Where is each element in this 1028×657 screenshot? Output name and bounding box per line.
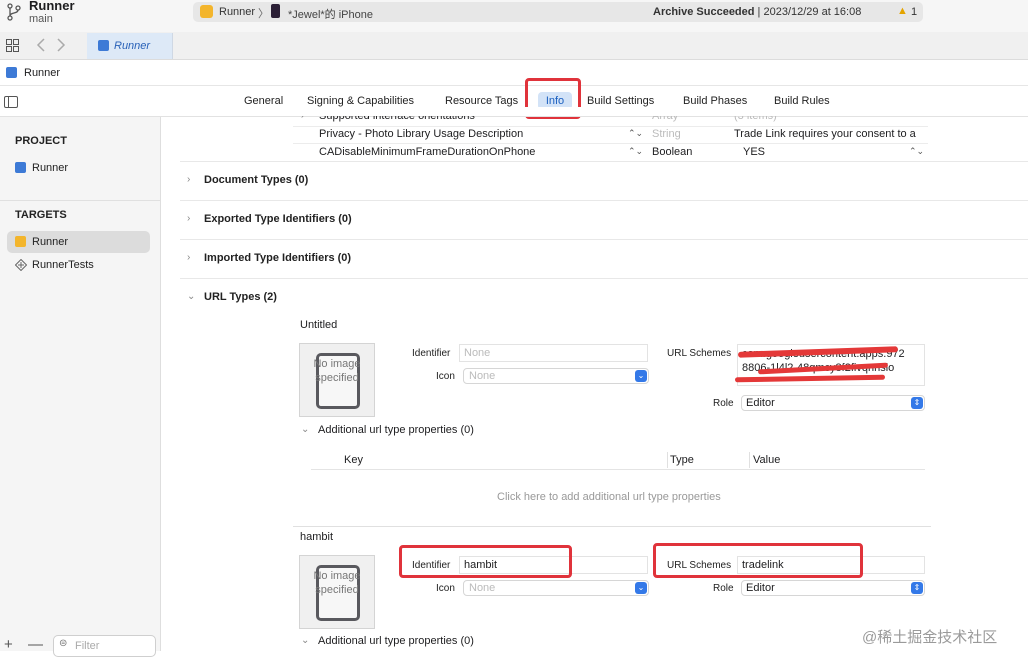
role-popup[interactable]: Editor ⇕	[741, 395, 925, 411]
chevron-right-icon[interactable]: ›	[187, 252, 190, 263]
add-icon[interactable]: +	[4, 636, 13, 653]
annotation-box-url-schemes	[653, 543, 863, 578]
xcodeproj-icon	[6, 67, 17, 78]
role-popup[interactable]: Editor ⇕	[741, 580, 925, 596]
chevron-down-icon[interactable]: ⌄	[187, 291, 195, 302]
column-type[interactable]: Type	[670, 454, 694, 466]
sidebar-toggle-icon[interactable]	[4, 96, 18, 108]
annotation-box-identifier	[399, 545, 572, 578]
stepper-icon: ⇕	[911, 397, 923, 409]
icon-label: Icon	[436, 371, 455, 382]
tab-runner-label[interactable]: Runner	[114, 40, 150, 52]
icon-popup[interactable]: None ⌄	[463, 368, 649, 384]
back-icon[interactable]	[36, 38, 46, 52]
chevron-right-icon: 〉	[258, 8, 269, 20]
device-selector[interactable]: *Jewel*的 iPhone	[288, 6, 373, 22]
icon-label: Icon	[436, 583, 455, 594]
section-url-types[interactable]	[180, 278, 1028, 280]
column-value[interactable]: Value	[753, 454, 780, 466]
branch-name: main	[29, 13, 53, 25]
section-title[interactable]: URL Types (2)	[204, 291, 277, 303]
app-target-icon	[15, 236, 26, 247]
icon-popup[interactable]: None ⌄	[463, 580, 649, 596]
project-target-sidebar	[0, 117, 161, 651]
filter-input[interactable]	[53, 635, 156, 657]
additional-properties-toggle[interactable]: Additional url type properties (0)	[318, 635, 474, 647]
xcodeproj-icon	[15, 162, 26, 173]
section-title[interactable]: Imported Type Identifiers (0)	[204, 252, 351, 264]
url-type-title: hambit	[300, 531, 334, 543]
stepper-icon: ⇕	[911, 582, 923, 594]
chevron-right-icon[interactable]: ›	[187, 213, 190, 224]
chevron-down-icon: ⌄	[635, 370, 647, 382]
chevron-down-icon: ⌄	[635, 582, 647, 594]
project-name: Runner	[29, 0, 75, 13]
filter-icon: ⊜	[59, 638, 68, 649]
warning-icon[interactable]: ▲	[897, 5, 908, 17]
stepper-icon[interactable]: ⌃⌄	[628, 128, 643, 139]
plist-value[interactable]: YES	[743, 146, 765, 158]
plist-key[interactable]: CADisableMinimumFrameDurationOnPhone	[319, 146, 535, 158]
stepper-icon[interactable]: ⌃⌄	[909, 146, 924, 157]
divider	[293, 526, 931, 527]
test-target-icon	[15, 259, 27, 271]
sidebar-item-target-runner[interactable]: Runner	[32, 236, 68, 248]
properties-table-header	[311, 451, 925, 470]
section-title[interactable]: Document Types (0)	[204, 174, 308, 186]
build-status: Archive Succeeded | 2023/12/29 at 16:08	[653, 6, 862, 18]
plist-type: String	[652, 128, 681, 140]
tab-signing-capabilities[interactable]: Signing & Capabilities	[307, 95, 414, 107]
chevron-right-icon[interactable]: ›	[187, 174, 190, 185]
plist-type: Boolean	[652, 146, 693, 158]
divider	[0, 200, 160, 201]
identifier-field[interactable]: None	[459, 344, 648, 362]
filter-placeholder: Filter	[75, 640, 100, 652]
tab-build-rules[interactable]: Build Rules	[774, 95, 830, 107]
divider	[0, 85, 1028, 86]
column-divider	[667, 452, 668, 468]
tab-resource-tags[interactable]: Resource Tags	[445, 95, 518, 107]
url-type-image-well[interactable]: No image specified	[299, 555, 375, 629]
sidebar-item-target-runnertests[interactable]: RunnerTests	[32, 259, 94, 271]
targets-header: TARGETS	[15, 209, 67, 221]
url-type-image-well[interactable]: No image specified	[299, 343, 375, 417]
scheme-selector[interactable]: Runner	[219, 6, 255, 18]
iphone-icon	[271, 4, 280, 18]
xcodeproj-icon	[98, 40, 109, 51]
url-schemes-label: URL Schemes	[667, 348, 732, 359]
scroll-mask	[293, 107, 928, 116]
watermark: @稀土掘金技术社区	[862, 629, 998, 646]
no-image-label: No image specified	[313, 358, 361, 384]
sidebar-selection	[7, 231, 150, 253]
additional-properties-toggle[interactable]: Additional url type properties (0)	[318, 424, 474, 436]
chevron-down-icon[interactable]: ⌄	[301, 635, 309, 646]
column-divider	[749, 452, 750, 468]
column-key[interactable]: Key	[344, 454, 363, 466]
grid-icon[interactable]	[6, 39, 19, 52]
sidebar-item-project-runner[interactable]: Runner	[32, 162, 68, 174]
url-type-title: Untitled	[300, 319, 338, 331]
project-header: PROJECT	[15, 135, 67, 147]
remove-icon[interactable]: —	[28, 636, 43, 653]
chevron-down-icon[interactable]: ⌄	[301, 424, 309, 435]
stepper-icon[interactable]: ⌃⌄	[628, 146, 643, 157]
tab-general[interactable]: General	[244, 95, 283, 107]
scheme-app-icon	[200, 5, 213, 18]
role-label: Role	[713, 398, 734, 409]
forward-icon[interactable]	[56, 38, 66, 52]
jump-bar-runner[interactable]: Runner	[24, 67, 60, 79]
no-image-label: No image specified	[313, 570, 361, 596]
warning-count[interactable]: 1	[911, 6, 917, 18]
identifier-label: Identifier	[412, 348, 451, 359]
add-property-placeholder[interactable]: Click here to add additional url type pr…	[497, 491, 721, 503]
role-label: Role	[713, 583, 734, 594]
branch-icon	[7, 3, 21, 21]
plist-value[interactable]: Trade Link requires your consent to a	[734, 128, 924, 140]
tab-build-phases[interactable]: Build Phases	[683, 95, 747, 107]
section-title[interactable]: Exported Type Identifiers (0)	[204, 213, 352, 225]
plist-key[interactable]: Privacy - Photo Library Usage Descriptio…	[319, 128, 523, 140]
tab-build-settings[interactable]: Build Settings	[587, 95, 654, 107]
